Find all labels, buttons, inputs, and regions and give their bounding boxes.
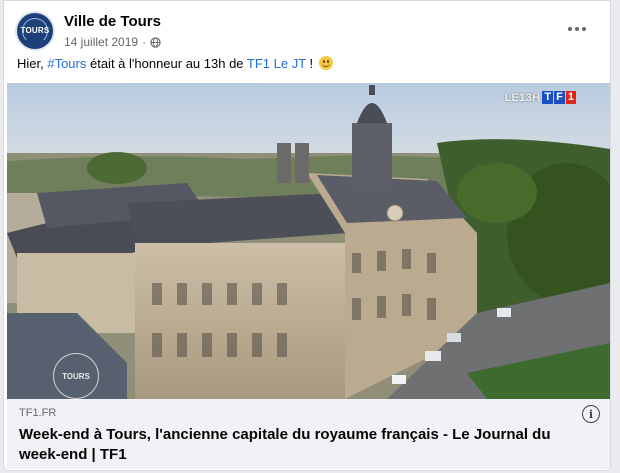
info-icon[interactable]: i [582, 405, 600, 423]
tf1-logo-icon: T F 1 [542, 91, 576, 104]
page-avatar[interactable]: TOURS [15, 11, 55, 51]
facebook-post-card: TOURS Ville de Tours 14 juillet 2019 · H… [3, 0, 611, 471]
video-thumbnail[interactable]: LE13H T F 1 TOURS [7, 83, 610, 399]
corner-logo-text: TOURS [62, 371, 90, 381]
post-date[interactable]: 14 juillet 2019 [64, 35, 138, 49]
link-title[interactable]: Week-end à Tours, l'ancienne capitale du… [19, 425, 579, 465]
post-text-end: ! [305, 56, 317, 71]
tf1-logo-letter: T [542, 91, 554, 104]
globe-icon [150, 36, 161, 48]
more-options-button[interactable] [561, 15, 593, 43]
more-dots-icon-part [575, 27, 579, 31]
post-meta: 14 juillet 2019 · [64, 35, 161, 49]
tf1-logo-letter: F [554, 91, 565, 104]
hashtag-link[interactable]: #Tours [47, 56, 86, 71]
aerial-city-hall-image [7, 83, 610, 399]
avatar-logo-text: TOURS [20, 26, 50, 35]
post-text-start: Hier, [17, 56, 48, 71]
post-header: TOURS Ville de Tours 14 juillet 2019 · [15, 11, 595, 51]
more-dots-icon-part [582, 27, 586, 31]
tf1-watermark: LE13H T F 1 [505, 91, 576, 104]
tours-corner-logo: TOURS [53, 353, 99, 399]
post-message: Hier, #Tours était à l'honneur au 13h de… [17, 56, 333, 72]
le13h-watermark-text: LE13H [504, 91, 541, 104]
more-dots-icon [568, 27, 572, 31]
mention-link[interactable]: TF1 Le JT [247, 56, 306, 71]
link-preview[interactable]: TF1.FR Week-end à Tours, l'ancienne capi… [7, 399, 610, 469]
page-name-link[interactable]: Ville de Tours [64, 13, 161, 30]
post-text-middle: était à l'honneur au 13h de [86, 56, 247, 71]
link-domain: TF1.FR [19, 407, 57, 419]
smiling-face-emoji-icon [318, 56, 333, 70]
tf1-logo-letter: 1 [565, 91, 576, 104]
meta-separator: · [142, 35, 147, 49]
